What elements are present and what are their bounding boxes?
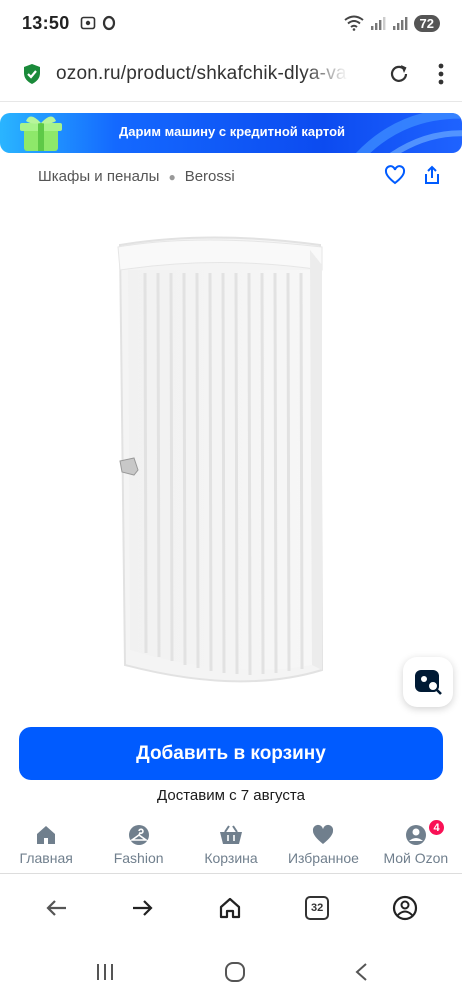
nav-label: Корзина bbox=[204, 850, 258, 866]
url-text[interactable]: ozon.ru/product/shkafchik-dlya-vannoy-ko… bbox=[56, 63, 348, 85]
system-nav-bar bbox=[0, 944, 462, 1000]
back-arrow-icon[interactable] bbox=[44, 898, 68, 918]
status-right: 72 bbox=[343, 14, 440, 32]
nav-item-home[interactable]: Главная bbox=[0, 818, 92, 873]
home-page-icon[interactable] bbox=[218, 897, 242, 919]
hanger-icon bbox=[128, 825, 149, 845]
home-icon bbox=[37, 826, 56, 844]
nav-item-fashion[interactable]: Fashion bbox=[92, 818, 184, 873]
browser-toolbar: 32 bbox=[0, 878, 462, 938]
nav-label: Избранное bbox=[287, 850, 359, 866]
promo-banner[interactable]: Дарим машину с кредитной картой bbox=[0, 113, 462, 153]
add-to-cart-button[interactable]: Добавить в корзину bbox=[19, 727, 443, 780]
promo-text: Дарим машину с кредитной картой bbox=[119, 124, 346, 139]
basket-icon bbox=[220, 825, 243, 844]
opera-icon bbox=[102, 15, 115, 31]
promo-decoration bbox=[356, 113, 462, 153]
status-notification-icons bbox=[80, 15, 116, 31]
image-search-button[interactable] bbox=[403, 657, 453, 707]
wifi-icon bbox=[343, 15, 364, 31]
more-menu-icon[interactable] bbox=[438, 63, 444, 85]
system-back-icon[interactable] bbox=[354, 962, 368, 982]
app-bottom-nav: Главная Fashion Корзина Избранное 4 Мой … bbox=[0, 818, 462, 874]
product-image[interactable] bbox=[100, 225, 340, 695]
favorite-heart-icon[interactable] bbox=[384, 165, 406, 185]
cabinet-handle bbox=[119, 457, 139, 476]
breadcrumb-separator: ● bbox=[168, 169, 176, 184]
screen-record-icon bbox=[80, 16, 95, 30]
nav-label: Fashion bbox=[113, 850, 164, 866]
status-bar: 13:50 72 bbox=[0, 0, 462, 46]
account-icon[interactable] bbox=[392, 895, 418, 921]
gift-icon bbox=[20, 116, 62, 151]
signal-icon bbox=[370, 17, 385, 30]
image-search-icon bbox=[415, 670, 442, 695]
breadcrumb-category[interactable]: Шкафы и пеналы bbox=[38, 168, 159, 185]
system-home-icon[interactable] bbox=[224, 961, 246, 983]
nav-label: Мой Ozon bbox=[383, 850, 449, 866]
nav-label: Главная bbox=[19, 850, 73, 866]
nav-item-favorites[interactable]: Избранное bbox=[277, 818, 369, 873]
recent-apps-icon[interactable] bbox=[94, 963, 116, 981]
breadcrumb-brand[interactable]: Berossi bbox=[185, 168, 235, 185]
address-bar[interactable]: ozon.ru/product/shkafchik-dlya-vannoy-ko… bbox=[0, 46, 462, 102]
forward-arrow-icon[interactable] bbox=[131, 898, 155, 918]
secure-shield-icon[interactable] bbox=[22, 63, 42, 85]
tabs-count-button[interactable]: 32 bbox=[305, 896, 330, 920]
battery-indicator: 72 bbox=[413, 14, 440, 32]
delivery-date: Доставим с 7 августа bbox=[157, 787, 305, 804]
notification-badge: 4 bbox=[427, 818, 447, 837]
product-actions bbox=[384, 165, 442, 185]
breadcrumb: Шкафы и пеналы ● Berossi bbox=[38, 168, 235, 185]
reload-icon[interactable] bbox=[388, 63, 410, 85]
nav-item-my-ozon[interactable]: 4 Мой Ozon bbox=[370, 818, 462, 873]
status-time: 13:50 bbox=[22, 12, 70, 33]
nav-item-cart[interactable]: Корзина bbox=[185, 818, 277, 873]
share-icon[interactable] bbox=[422, 165, 442, 185]
signal-icon-2 bbox=[392, 17, 407, 30]
heart-icon bbox=[313, 824, 334, 844]
profile-icon bbox=[405, 825, 426, 845]
